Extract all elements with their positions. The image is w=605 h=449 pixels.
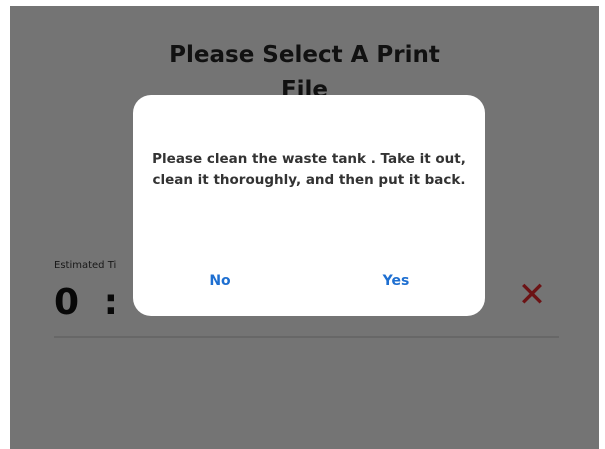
screen: Please Select A Print File Estimated Ti … <box>10 6 599 449</box>
waste-tank-dialog: Please clean the waste tank . Take it ou… <box>133 95 485 316</box>
dialog-message-line-1: Please clean the waste tank . Take it ou… <box>152 151 466 167</box>
no-button[interactable]: No <box>160 263 280 299</box>
dialog-message: Please clean the waste tank . Take it ou… <box>147 149 471 191</box>
yes-button[interactable]: Yes <box>336 263 456 299</box>
dialog-message-line-2: clean it thoroughly, and then put it bac… <box>152 172 466 188</box>
